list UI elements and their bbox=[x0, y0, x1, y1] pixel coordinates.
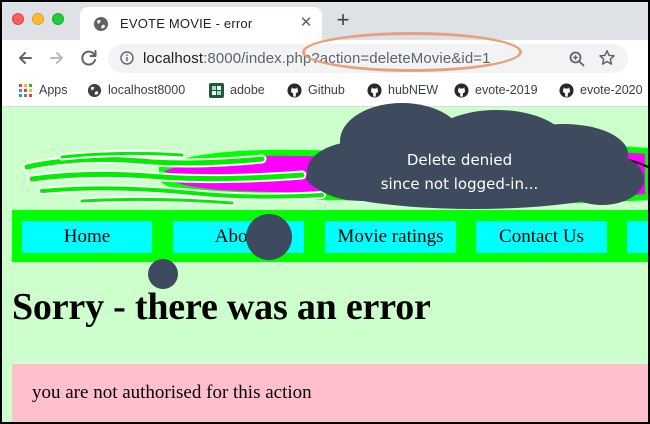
browser-tab[interactable]: EVOTE MOVIE - error ✕ bbox=[80, 7, 322, 40]
bookmark-github[interactable]: Github bbox=[287, 82, 357, 100]
github-icon bbox=[454, 83, 469, 98]
nav-movie-ratings[interactable]: Movie ratings bbox=[325, 221, 456, 253]
bookmark-localhost8000[interactable]: localhost8000 bbox=[87, 82, 197, 100]
adobe-app-icon bbox=[209, 83, 224, 98]
error-message-box: you are not authorised for this action bbox=[12, 364, 648, 422]
nav-contact-us[interactable]: Contact Us bbox=[476, 221, 607, 253]
back-arrow-icon[interactable] bbox=[14, 47, 36, 69]
bookmark-label: hubNEW bbox=[388, 83, 439, 97]
forward-arrow-icon[interactable] bbox=[46, 47, 68, 69]
window-maximize-button[interactable] bbox=[52, 13, 64, 25]
url-highlight-ring bbox=[302, 32, 522, 72]
github-icon bbox=[367, 83, 382, 98]
callout-line: Delete denied bbox=[406, 151, 513, 169]
globe-icon bbox=[94, 17, 108, 31]
zoom-icon[interactable] bbox=[568, 50, 586, 68]
callout-line: since not logged-in... bbox=[380, 175, 539, 193]
bookmark-evote-2019[interactable]: evote-2019 bbox=[454, 82, 549, 100]
browser-window: EVOTE MOVIE - error ✕ + localhost:8000/i… bbox=[2, 2, 648, 422]
bookmark-evote-2020[interactable]: evote-2020 bbox=[559, 82, 648, 100]
bookmark-label: adobe bbox=[230, 83, 265, 97]
site-nav: Home About Movie ratings Contact Us bbox=[12, 210, 648, 262]
callout-text: Delete denied since not logged-in... bbox=[347, 148, 572, 196]
github-icon bbox=[559, 83, 574, 98]
tab-close-icon[interactable]: ✕ bbox=[297, 14, 315, 32]
bookmark-hubnew[interactable]: hubNEW bbox=[367, 82, 442, 100]
bookmark-label: evote-2020 bbox=[580, 83, 643, 97]
bookmark-label: evote-2019 bbox=[475, 83, 538, 97]
bookmark-apps[interactable]: Apps bbox=[18, 82, 78, 100]
bookmark-star-icon[interactable] bbox=[598, 49, 616, 67]
callout-tail-dot-large bbox=[246, 214, 292, 260]
window-close-button[interactable] bbox=[12, 13, 24, 25]
bookmark-label: Apps bbox=[39, 83, 68, 97]
window-minimize-button[interactable] bbox=[32, 13, 44, 25]
bookmark-label: Github bbox=[308, 83, 345, 97]
url-host: localhost bbox=[143, 50, 204, 67]
globe-icon bbox=[87, 83, 102, 98]
tab-bar: EVOTE MOVIE - error ✕ + bbox=[2, 2, 648, 40]
apps-grid-icon bbox=[19, 84, 32, 97]
error-heading: Sorry - there was an error bbox=[12, 286, 431, 328]
error-message: you are not authorised for this action bbox=[32, 382, 312, 403]
tab-title: EVOTE MOVIE - error bbox=[120, 16, 253, 31]
nav-home[interactable]: Home bbox=[22, 221, 152, 253]
nav-item-partial[interactable] bbox=[627, 221, 648, 253]
bookmark-label: localhost8000 bbox=[108, 83, 186, 97]
github-icon bbox=[287, 83, 302, 98]
info-icon[interactable] bbox=[120, 51, 134, 65]
reload-icon[interactable] bbox=[78, 47, 100, 69]
bookmark-adobe[interactable]: adobe bbox=[209, 82, 269, 100]
new-tab-button[interactable]: + bbox=[332, 9, 354, 32]
callout-tail-dot-small bbox=[148, 259, 178, 289]
